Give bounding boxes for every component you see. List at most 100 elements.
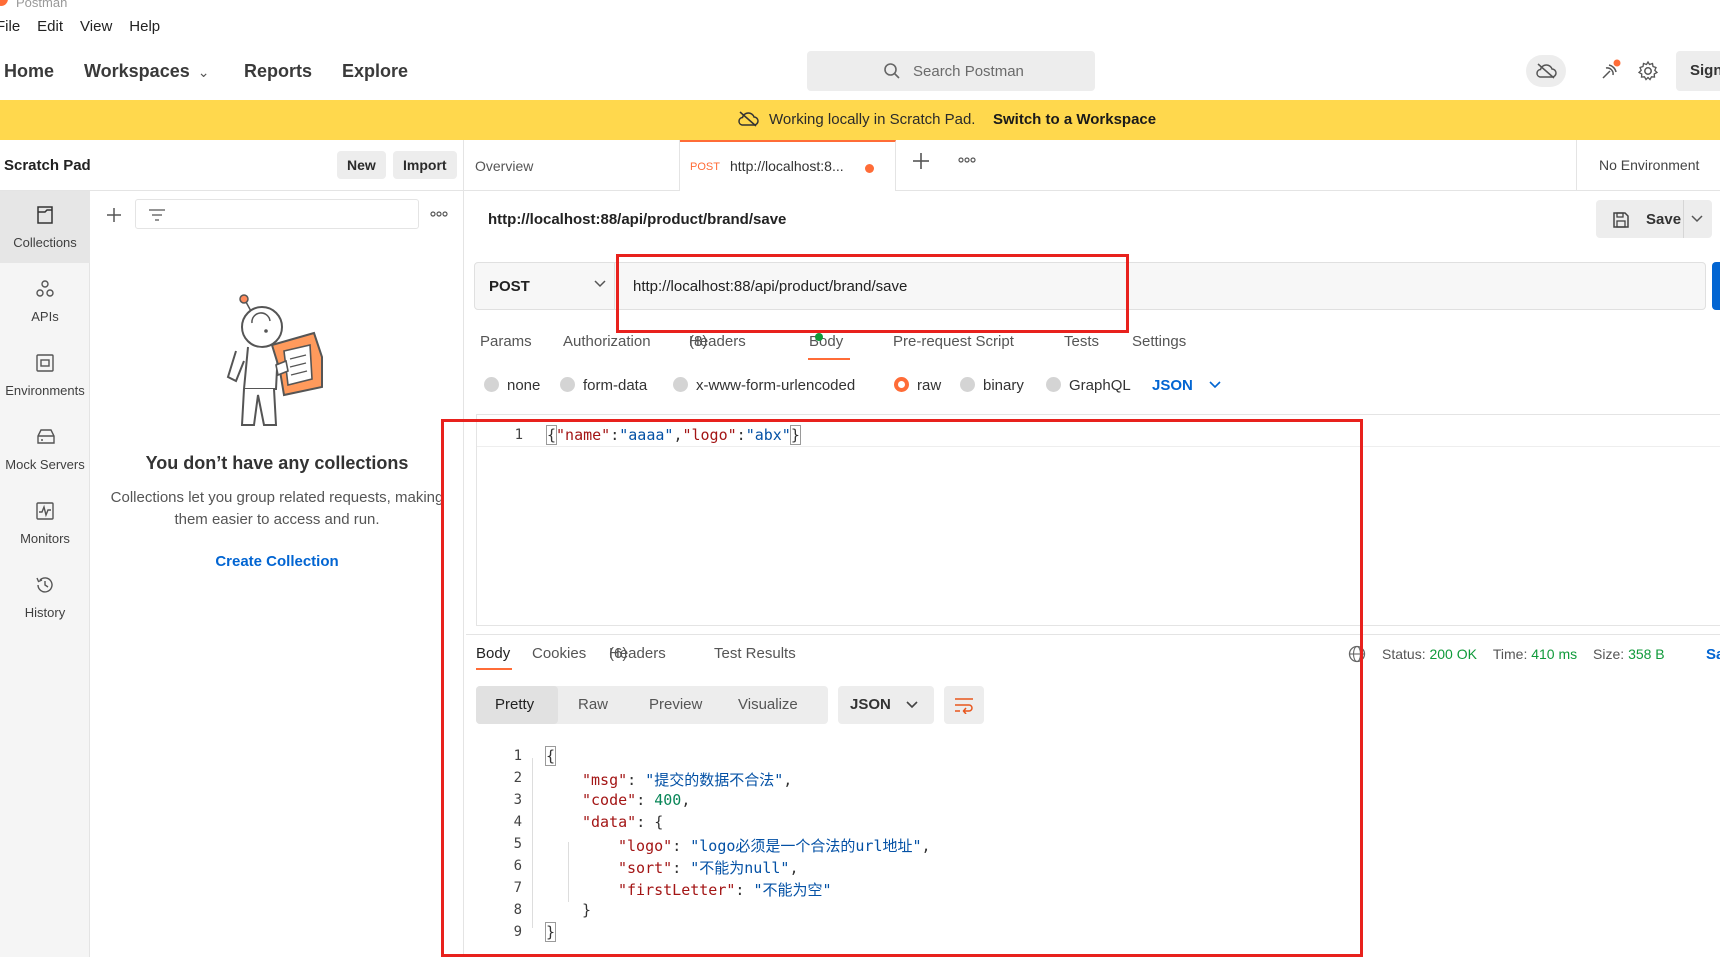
nav-reports[interactable]: Reports bbox=[244, 61, 312, 82]
radio-x-www-form-urlencoded[interactable]: x-www-form-urlencoded bbox=[673, 377, 855, 394]
menu-file[interactable]: File bbox=[0, 18, 20, 40]
request-body-editor[interactable]: 1 {"name":"aaaa","logo":"abx"} bbox=[476, 414, 1720, 626]
wrap-lines-button[interactable] bbox=[944, 686, 984, 724]
radio-label: raw bbox=[917, 377, 942, 394]
filter-icon bbox=[149, 209, 165, 221]
menu-bar: File Edit View Help bbox=[0, 18, 177, 40]
response-tab-cookies[interactable]: Cookies bbox=[532, 645, 586, 662]
code-line-3: "code": 400, bbox=[582, 791, 691, 809]
nav-workspaces-label: Workspaces bbox=[84, 61, 190, 81]
tab-params[interactable]: Params bbox=[480, 333, 532, 350]
nav-workspaces[interactable]: Workspaces ⌄ bbox=[84, 61, 209, 82]
apis-icon bbox=[36, 280, 54, 297]
line-number: 2 bbox=[513, 770, 522, 786]
search-icon bbox=[884, 63, 900, 79]
time-value[interactable]: 410 ms bbox=[1531, 646, 1577, 662]
save-response-button[interactable]: Sa bbox=[1706, 646, 1720, 663]
radio-form-data[interactable]: form-data bbox=[560, 377, 647, 394]
view-preview[interactable]: Preview bbox=[649, 696, 702, 713]
status-value[interactable]: 200 OK bbox=[1429, 646, 1476, 662]
radio-circle bbox=[1046, 377, 1061, 392]
save-label: Save bbox=[1646, 211, 1682, 228]
radio-label: form-data bbox=[583, 377, 648, 394]
satellite-icon bbox=[1602, 59, 1621, 79]
radio-circle-selected bbox=[894, 377, 909, 392]
sidebar-item-history[interactable]: History bbox=[0, 561, 90, 633]
notifications-button[interactable] bbox=[1596, 57, 1624, 85]
plus-icon[interactable] bbox=[106, 207, 122, 223]
sidebar-title: Scratch Pad bbox=[4, 157, 91, 174]
wrap-lines-icon bbox=[955, 698, 973, 714]
tab-request-active[interactable]: POST http://localhost:8... bbox=[680, 140, 896, 191]
tab-settings[interactable]: Settings bbox=[1132, 333, 1186, 350]
sidebar-item-mock-servers[interactable]: Mock Servers bbox=[0, 413, 90, 485]
tab-overview[interactable]: Overview bbox=[464, 140, 680, 191]
line-number: 8 bbox=[513, 902, 522, 918]
sidebar-item-environments[interactable]: Environments bbox=[0, 339, 90, 411]
radio-graphql[interactable]: GraphQL bbox=[1046, 377, 1131, 394]
create-collection-link[interactable]: Create Collection bbox=[90, 553, 464, 570]
radio-none[interactable]: none bbox=[484, 377, 540, 394]
response-tab-body[interactable]: Body bbox=[476, 645, 510, 662]
headers-count: (8) bbox=[689, 333, 708, 350]
nav-home[interactable]: Home bbox=[4, 61, 54, 82]
radio-binary[interactable]: binary bbox=[960, 377, 1024, 394]
radio-circle bbox=[484, 377, 499, 392]
more-icon[interactable] bbox=[430, 211, 448, 217]
size-value[interactable]: 358 B bbox=[1628, 646, 1665, 662]
menu-view[interactable]: View bbox=[80, 18, 112, 40]
tab-pre-request-script[interactable]: Pre-request Script bbox=[893, 333, 1014, 350]
line-number: 1 bbox=[514, 427, 523, 443]
tab-authorization[interactable]: Authorization bbox=[563, 333, 651, 350]
tab-overview-label: Overview bbox=[475, 158, 534, 174]
sidebar-item-collections[interactable]: Collections bbox=[0, 191, 90, 263]
astronaut-illustration bbox=[226, 294, 323, 426]
switch-workspace-link[interactable]: Switch to a Workspace bbox=[993, 111, 1156, 128]
menu-edit[interactable]: Edit bbox=[37, 18, 63, 40]
settings-button[interactable] bbox=[1634, 57, 1662, 85]
send-button[interactable] bbox=[1712, 262, 1720, 310]
radio-label: GraphQL bbox=[1069, 377, 1131, 394]
new-button[interactable]: New bbox=[337, 151, 386, 179]
view-pretty[interactable]: Pretty bbox=[495, 696, 534, 713]
menu-help[interactable]: Help bbox=[129, 18, 160, 40]
empty-collections-title: You don’t have any collections bbox=[145, 453, 409, 473]
sidebar-item-apis[interactable]: APIs bbox=[0, 265, 90, 337]
line-number: 1 bbox=[513, 748, 522, 764]
response-format-label: JSON bbox=[850, 696, 891, 713]
method-select[interactable]: POST bbox=[475, 263, 615, 309]
body-active-dot-icon bbox=[815, 333, 823, 341]
url-input[interactable]: http://localhost:88/api/product/brand/sa… bbox=[633, 278, 907, 295]
import-button[interactable]: Import bbox=[393, 151, 457, 179]
collections-toolbar bbox=[90, 191, 464, 237]
search-input[interactable]: Search Postman bbox=[807, 51, 1095, 91]
radio-raw[interactable]: raw bbox=[894, 377, 941, 394]
request-title[interactable]: http://localhost:88/api/product/brand/sa… bbox=[488, 211, 786, 228]
scratch-pad-banner: Working locally in Scratch Pad. Switch t… bbox=[0, 100, 1720, 140]
nav-explore[interactable]: Explore bbox=[342, 61, 408, 82]
sign-in-button[interactable]: Sign I bbox=[1676, 51, 1720, 91]
response-body-viewer[interactable]: 1 2 3 4 5 6 7 8 9 { "msg": "提交的数据不合法", "… bbox=[476, 736, 1336, 946]
view-visualize[interactable]: Visualize bbox=[738, 696, 798, 713]
app-title: Postman bbox=[16, 0, 68, 10]
sync-status-button[interactable] bbox=[1526, 55, 1566, 87]
request-tabs-bar: Overview POST http://localhost:8... No E… bbox=[464, 140, 1720, 191]
environment-select[interactable]: No Environment bbox=[1576, 140, 1720, 191]
sidebar-item-monitors[interactable]: Monitors bbox=[0, 487, 90, 559]
save-divider bbox=[1683, 200, 1684, 238]
gear-icon bbox=[1637, 60, 1659, 81]
body-format-select[interactable]: JSON bbox=[1152, 377, 1221, 394]
tab-tests[interactable]: Tests bbox=[1064, 333, 1099, 350]
sidebar-item-label: Mock Servers bbox=[5, 457, 85, 472]
chevron-down-icon[interactable] bbox=[1690, 214, 1704, 224]
new-tab-plus-icon[interactable] bbox=[912, 152, 930, 170]
time-label: Time: bbox=[1492, 646, 1528, 662]
line-number: 3 bbox=[513, 792, 522, 808]
save-button[interactable]: Save bbox=[1596, 200, 1712, 238]
view-raw[interactable]: Raw bbox=[578, 696, 608, 713]
more-icon[interactable] bbox=[958, 156, 976, 164]
response-format-select[interactable]: JSON bbox=[838, 686, 934, 724]
collections-filter-input[interactable] bbox=[135, 199, 419, 229]
indent-guide bbox=[568, 842, 569, 902]
response-tab-test-results[interactable]: Test Results bbox=[714, 645, 796, 662]
